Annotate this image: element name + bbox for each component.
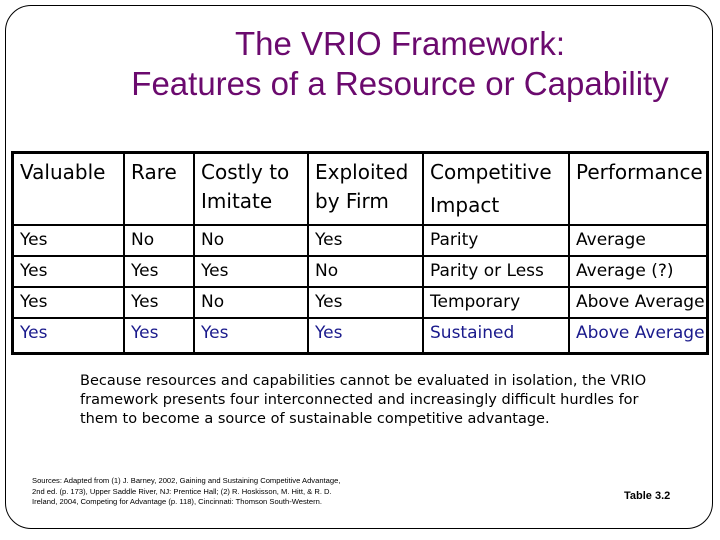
cell-impact: Parity bbox=[422, 224, 570, 257]
header-competitive-impact: Competitive Impact bbox=[422, 151, 570, 226]
table-row-sustained: Yes Yes Yes Yes Sustained Above Average bbox=[11, 317, 709, 355]
cell-exploited: No bbox=[307, 255, 424, 288]
header-exploited-by-firm: Exploited by Firm bbox=[307, 151, 424, 226]
cell-valuable: Yes bbox=[11, 317, 125, 355]
cell-rare: Yes bbox=[123, 317, 195, 355]
vrio-table: Valuable Rare Costly to Imitate Exploited… bbox=[11, 151, 709, 355]
cell-impact: Sustained bbox=[422, 317, 570, 355]
cell-rare: Yes bbox=[123, 255, 195, 288]
cell-impact: Temporary bbox=[422, 286, 570, 319]
sources-citation: Sources: Adapted from (1) J. Barney, 200… bbox=[32, 476, 341, 507]
table-row: Yes Yes Yes No Parity or Less Average (?… bbox=[11, 255, 709, 288]
cell-costly: No bbox=[193, 224, 309, 257]
title-line-2: Features of a Resource or Capability bbox=[131, 65, 669, 102]
header-valuable: Valuable bbox=[11, 151, 125, 226]
cell-performance: Average (?) bbox=[568, 255, 709, 288]
cell-valuable: Yes bbox=[11, 224, 125, 257]
explanation-paragraph: Because resources and capabilities canno… bbox=[80, 373, 647, 427]
cell-costly: No bbox=[193, 286, 309, 319]
cell-performance: Above Average bbox=[568, 286, 709, 319]
cell-performance: Average bbox=[568, 224, 709, 257]
cell-valuable: Yes bbox=[11, 286, 125, 319]
cell-exploited: Yes bbox=[307, 317, 424, 355]
cell-impact: Parity or Less bbox=[422, 255, 570, 288]
table-row: Yes Yes No Yes Temporary Above Average bbox=[11, 286, 709, 319]
title-line-1: The VRIO Framework: bbox=[234, 25, 566, 62]
table-row: Yes No No Yes Parity Average bbox=[11, 224, 709, 257]
header-costly-to-imitate: Costly to Imitate bbox=[193, 151, 309, 226]
slide-title: The VRIO Framework: Features of a Resour… bbox=[90, 24, 710, 104]
cell-costly: Yes bbox=[193, 255, 309, 288]
cell-costly: Yes bbox=[193, 317, 309, 355]
header-rare: Rare bbox=[123, 151, 195, 226]
cell-valuable: Yes bbox=[11, 255, 125, 288]
cell-performance: Above Average bbox=[568, 317, 709, 355]
header-performance: Performance bbox=[568, 151, 709, 226]
cell-rare: Yes bbox=[123, 286, 195, 319]
table-header-row: Valuable Rare Costly to Imitate Exploited… bbox=[11, 151, 709, 226]
cell-exploited: Yes bbox=[307, 224, 424, 257]
table-number-label: Table 3.2 bbox=[624, 490, 671, 502]
cell-exploited: Yes bbox=[307, 286, 424, 319]
cell-rare: No bbox=[123, 224, 195, 257]
